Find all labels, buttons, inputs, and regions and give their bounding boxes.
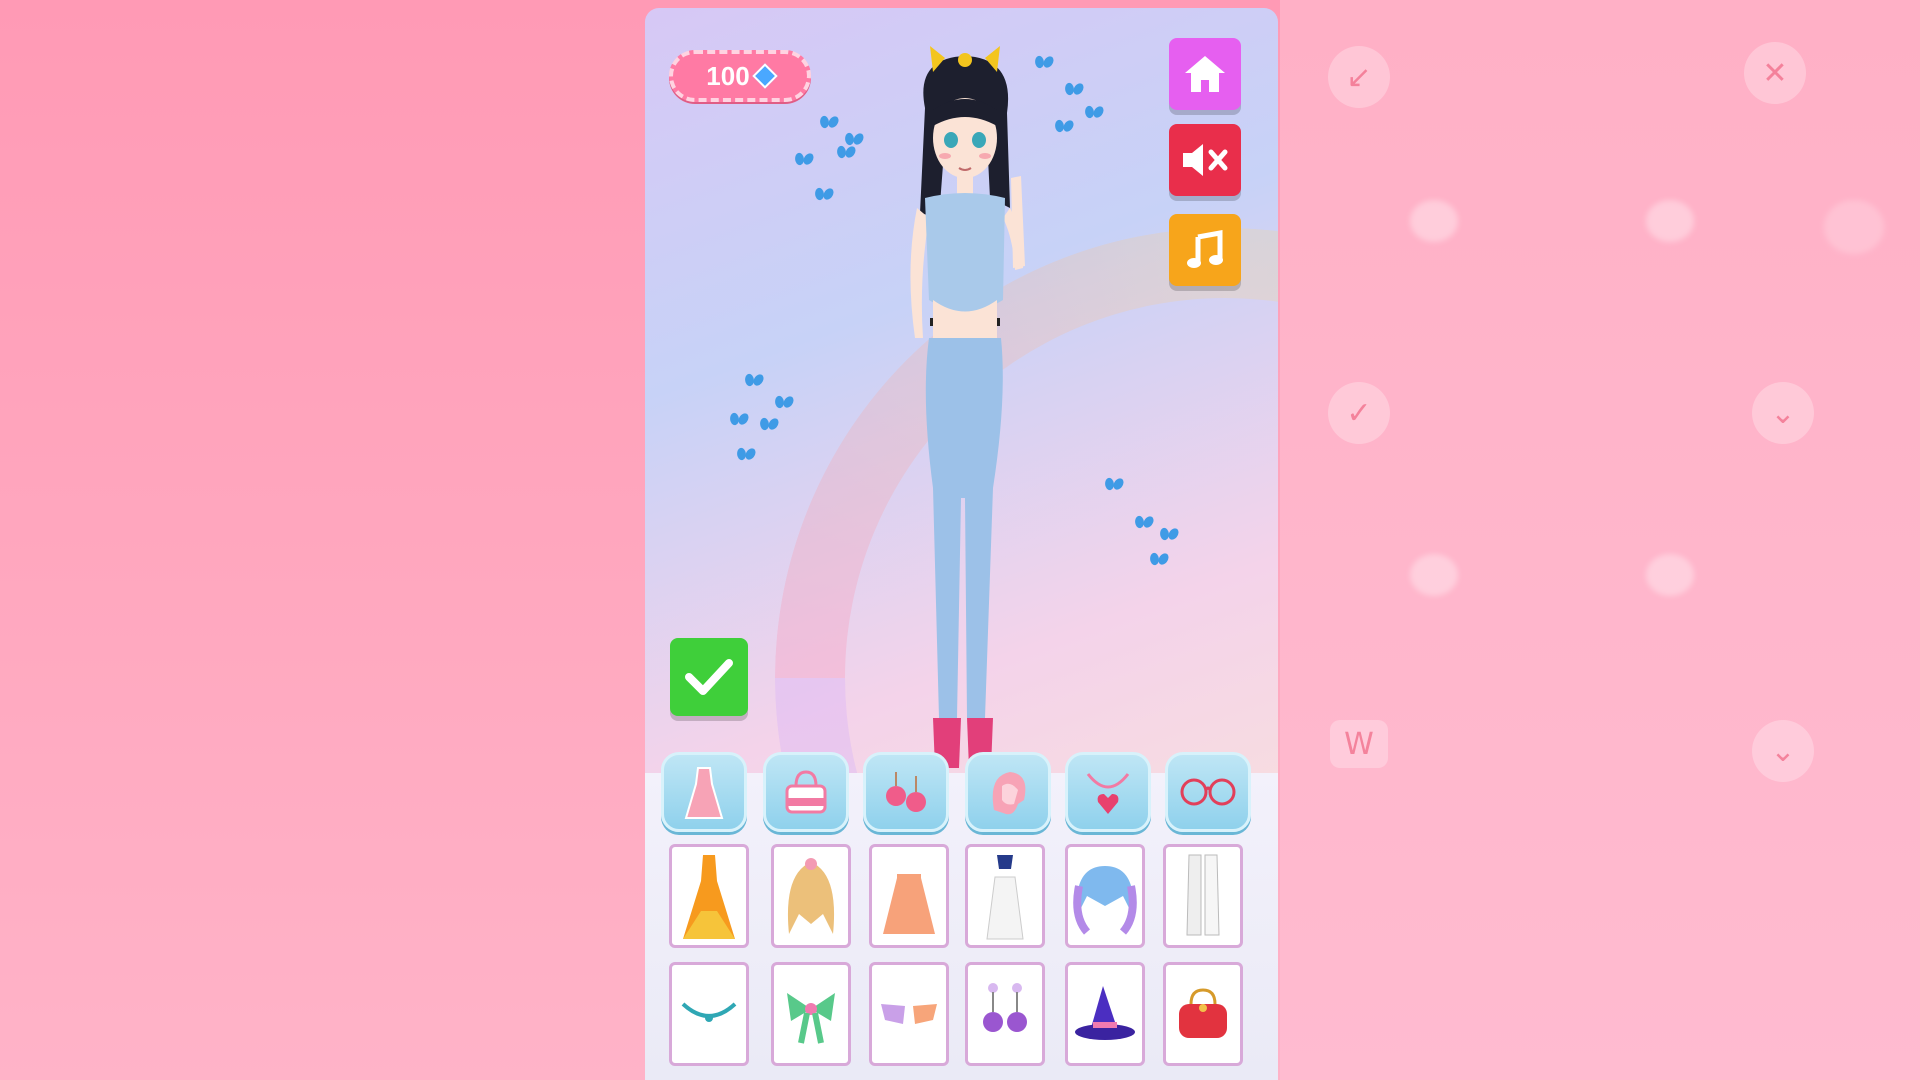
item-blonde-hair[interactable] [771,844,851,948]
item-pink-glasses[interactable] [869,962,949,1066]
category-hair[interactable] [965,752,1051,832]
category-necklace[interactable] [1065,752,1151,832]
chevron-deco-icon-2: ⌄ [1752,720,1814,782]
pink-glasses-icon [881,1004,937,1024]
gem-icon [751,63,778,89]
purple-earrings-icon [983,983,1027,1032]
close-deco-icon: ✕ [1744,42,1806,104]
clock-deco-icon: ↙ [1328,46,1390,108]
category-bag[interactable] [763,752,849,832]
category-glasses[interactable] [1165,752,1251,832]
item-purple-earrings[interactable] [965,962,1045,1066]
blue-necklace-icon [681,1002,737,1022]
music-note-icon [1187,230,1223,268]
earrings-icon [886,772,926,812]
necklace-icon [1086,773,1130,814]
category-dress[interactable] [661,752,747,832]
coin-count: 100 [706,60,750,91]
speaker-muted-icon [1183,144,1228,176]
orange-gown-icon [683,855,735,939]
home-button[interactable] [1169,38,1241,110]
item-blue-necklace[interactable] [669,962,749,1066]
chevron-deco-icon: ⌄ [1752,382,1814,444]
item-red-purse[interactable] [1163,962,1243,1066]
mute-button[interactable] [1169,124,1241,196]
glasses-icon [1180,778,1236,806]
item-blue-pigtails[interactable] [1065,844,1145,948]
dress-icon [684,767,724,819]
item-white-boots[interactable] [1163,844,1243,948]
peach-dress-icon [883,858,935,934]
handbag-icon [785,770,827,814]
item-orange-gown[interactable] [669,844,749,948]
blue-pigtails-icon [1073,866,1137,935]
item-witch-hat[interactable] [1065,962,1145,1066]
doll-character [910,46,1025,768]
white-boots-icon [1186,854,1220,936]
checkmark-icon [685,659,733,695]
music-button[interactable] [1169,214,1241,286]
green-bow-icon [787,993,835,1044]
check-deco-icon: ✓ [1328,382,1390,444]
blonde-hair-icon [787,858,835,934]
red-purse-icon [1179,988,1227,1038]
confirm-button[interactable] [670,638,748,716]
home-icon [1185,56,1225,92]
background-decoration: ↙ ✕ ✓ ⌄ W ⌄ [1280,0,1920,1080]
witch-hat-icon [1075,986,1135,1040]
hairstyle-icon [992,772,1026,815]
item-white-bikini-skirt[interactable] [965,844,1045,948]
category-earrings[interactable] [863,752,949,832]
deco-square-icon: W [1330,720,1388,768]
coin-counter: 100 [669,50,811,102]
item-peach-dress[interactable] [869,844,949,948]
item-green-bow-clip[interactable] [771,962,851,1066]
white-skirt-icon [986,855,1024,940]
game-frame: 100 [645,8,1278,1080]
